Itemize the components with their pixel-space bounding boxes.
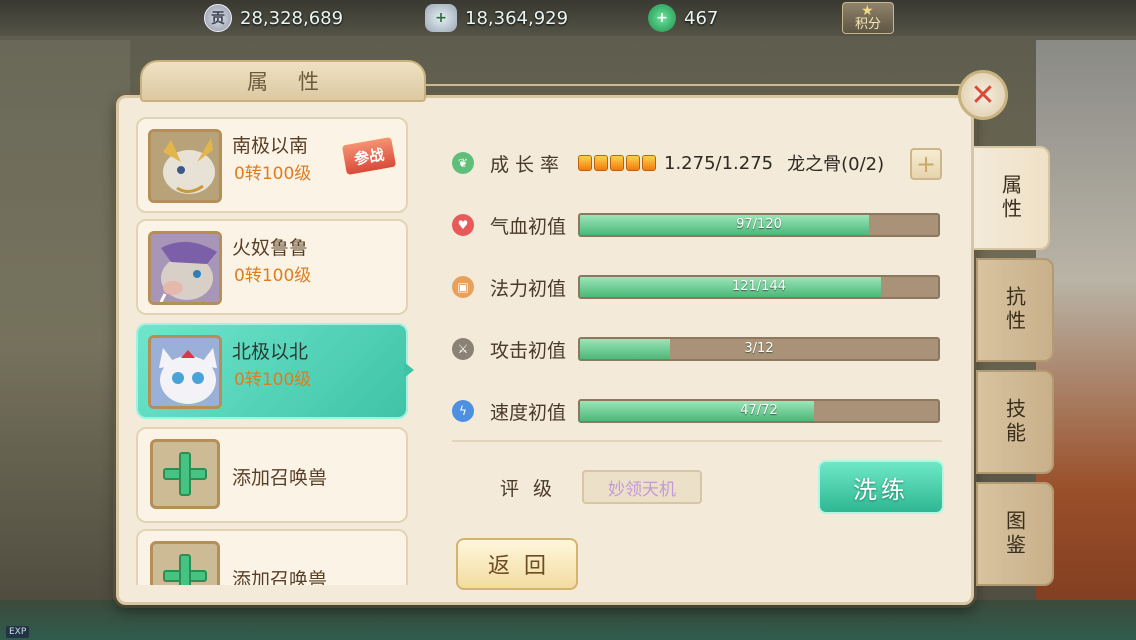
add-pet-label: 添加召唤兽	[232, 569, 328, 585]
decorative-line	[426, 84, 966, 86]
add-pet-card-1[interactable]: 添加召唤兽	[136, 427, 408, 523]
close-button[interactable]: ✕	[958, 70, 1008, 120]
pet-avatar-boar	[148, 231, 222, 305]
tab-codex[interactable]: 图鉴	[976, 482, 1054, 586]
sprout-icon: ❦	[452, 152, 474, 174]
rating-label: 评级	[500, 478, 567, 500]
back-button[interactable]: 返回	[456, 538, 578, 590]
pet-name: 北极以北	[232, 341, 309, 363]
battle-badge: 参战	[339, 134, 399, 178]
background-bottom: EXP	[0, 600, 1136, 640]
sword-icon: ⚔	[452, 338, 474, 360]
growth-star-icon	[578, 155, 592, 171]
pet-name: 火奴鲁鲁	[232, 237, 309, 259]
growth-stars	[578, 155, 656, 171]
add-pet-card-2[interactable]: 添加召唤兽	[136, 529, 408, 585]
contribution-value: 28,328,689	[240, 7, 344, 29]
add-pet-label: 添加召唤兽	[232, 467, 328, 489]
stat-bar-text: 97/120	[736, 217, 782, 232]
add-plus-icon	[150, 439, 220, 509]
resource-bar: 贡 28,328,689 + 18,364,929 + 467 ★ 积分	[0, 0, 1136, 36]
tab-label: 属性	[998, 174, 1023, 222]
stat-row-speed: ϟ 速度初值 47/72	[452, 398, 940, 424]
pet-card-1[interactable]: 南极以南 0转100级 参战	[136, 117, 408, 213]
stat-label: 法力初值	[490, 277, 567, 300]
stat-label: 攻击初值	[490, 339, 567, 362]
pet-avatar-cat	[148, 335, 222, 409]
selected-arrow	[404, 362, 414, 378]
pet-level: 0转100级	[234, 266, 312, 286]
stat-row-hp: ♥ 气血初值 97/120	[452, 212, 940, 238]
jade-resource[interactable]: + 467	[648, 4, 718, 32]
exp-tag: EXP	[6, 626, 30, 638]
growth-plus-button[interactable]: +	[910, 148, 942, 180]
heart-icon: ♥	[452, 214, 474, 236]
growth-star-icon	[594, 155, 608, 171]
pet-level: 0转100级	[234, 370, 312, 390]
score-button[interactable]: ★ 积分	[842, 2, 894, 34]
panel-title-tab: 属性	[140, 60, 426, 102]
silver-value: 18,364,929	[465, 7, 569, 29]
silver-ingot-icon: +	[425, 4, 457, 32]
stat-bar-text: 47/72	[740, 403, 778, 418]
stat-bar-text: 3/12	[744, 341, 774, 356]
growth-star-icon	[642, 155, 656, 171]
wash-button[interactable]: 洗练	[818, 460, 944, 514]
stat-row-attack: ⚔ 攻击初值 3/12	[452, 336, 940, 362]
growth-label: 成长率	[490, 153, 566, 176]
growth-star-icon	[626, 155, 640, 171]
pet-card-3-selected[interactable]: 北极以北 0转100级	[136, 323, 408, 419]
stat-row-mana: ▣ 法力初值 121/144	[452, 274, 940, 300]
add-plus-icon	[150, 541, 220, 585]
tab-label: 抗性	[1002, 286, 1027, 334]
mana-icon: ▣	[452, 276, 474, 298]
stat-label: 气血初值	[490, 215, 567, 238]
pet-avatar-dragon	[148, 129, 222, 203]
tab-resistance[interactable]: 抗性	[976, 258, 1054, 362]
tab-label: 技能	[1002, 398, 1027, 446]
stat-bar: 121/144	[578, 275, 940, 299]
jade-icon: +	[648, 4, 676, 32]
panel-title: 属性	[247, 70, 349, 94]
stat-bar: 47/72	[578, 399, 940, 423]
pet-card-2[interactable]: 火奴鲁鲁 0转100级	[136, 219, 408, 315]
speed-icon: ϟ	[452, 400, 474, 422]
contribution-resource: 贡 28,328,689	[204, 4, 343, 32]
jade-value: 467	[684, 7, 719, 29]
tab-skills[interactable]: 技能	[976, 370, 1054, 474]
stat-bar-text: 121/144	[731, 279, 786, 294]
rating-value: 妙领天机	[582, 470, 702, 504]
growth-value: 1.275/1.275	[664, 152, 774, 174]
growth-star-icon	[610, 155, 624, 171]
pet-level: 0转100级	[234, 164, 312, 184]
growth-item: 龙之骨(0/2)	[787, 154, 885, 175]
tab-attributes[interactable]: 属性	[972, 146, 1050, 250]
pet-list[interactable]: 南极以南 0转100级 参战 火奴鲁鲁 0转100级 北极以北 0转100级 添…	[136, 115, 408, 585]
stat-label: 速度初值	[490, 401, 567, 424]
close-icon: ✕	[970, 77, 996, 113]
background-left	[0, 40, 130, 640]
tab-label: 图鉴	[1002, 510, 1027, 558]
plus-icon: +	[915, 150, 937, 178]
growth-row: ❦ 成长率 1.275/1.275 龙之骨(0/2)	[452, 150, 884, 176]
silver-resource[interactable]: + 18,364,929	[425, 4, 568, 32]
stat-bar: 3/12	[578, 337, 940, 361]
divider	[452, 440, 942, 442]
pet-name: 南极以南	[232, 135, 309, 157]
stat-bar: 97/120	[578, 213, 940, 237]
contribution-coin-icon: 贡	[204, 4, 232, 32]
star-icon: ★	[861, 3, 874, 19]
